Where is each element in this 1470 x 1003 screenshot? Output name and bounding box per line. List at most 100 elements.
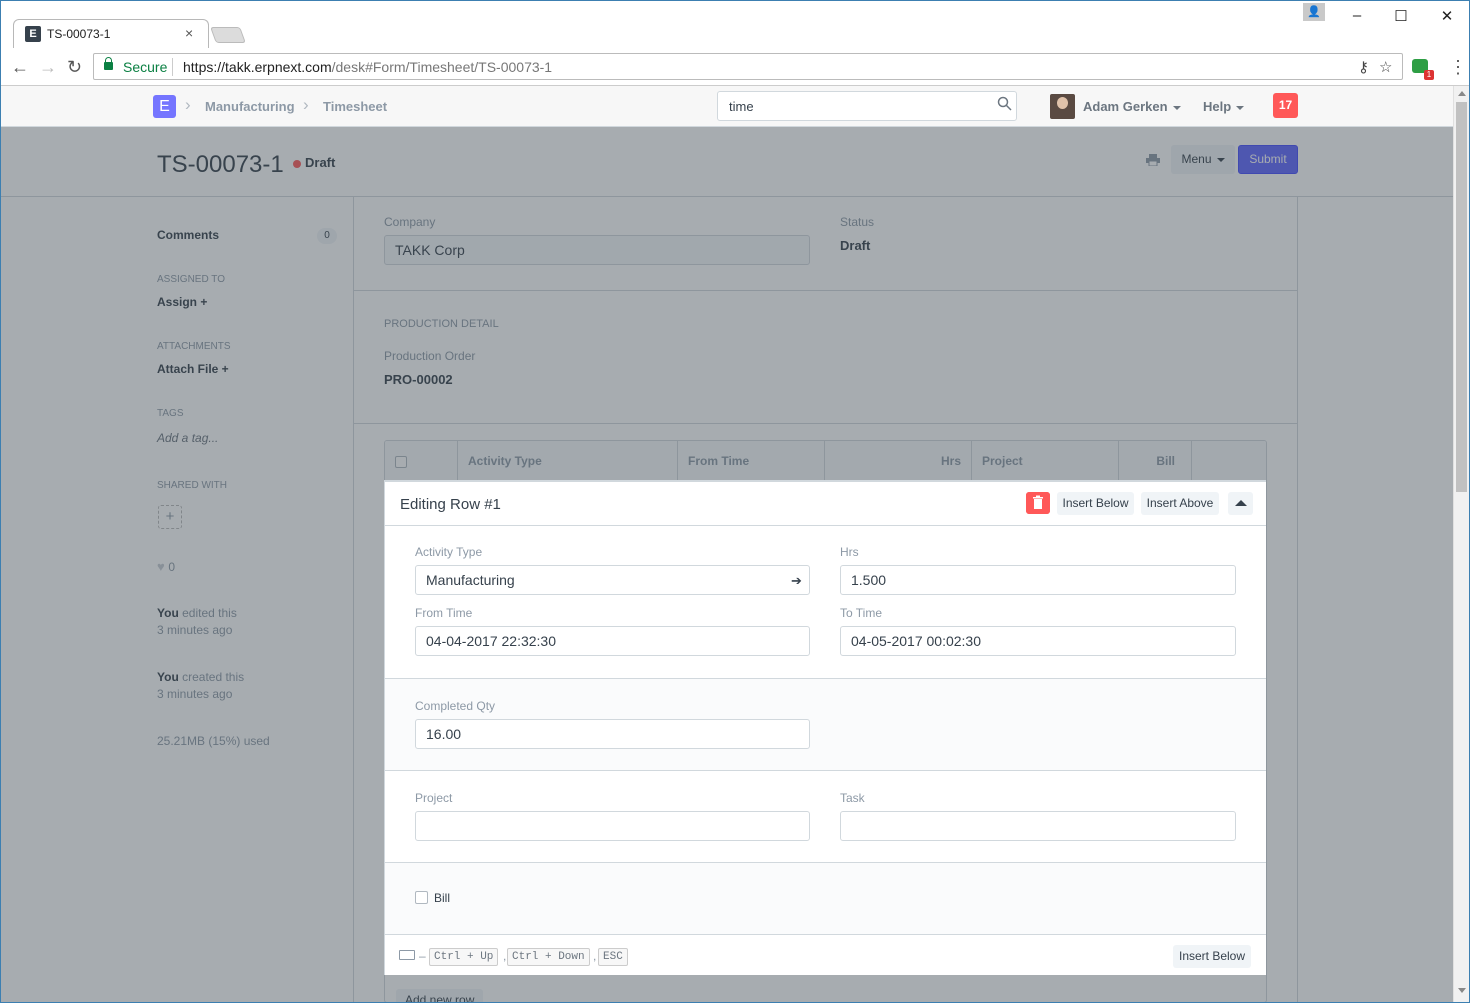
delete-row-icon[interactable]: [1026, 492, 1050, 514]
tab-strip: E TS-00073-1 × 👤 – ☐ ✕: [1, 1, 1469, 49]
browser-menu-icon[interactable]: ⋮: [1449, 57, 1467, 78]
shared-with-label: SHARED WITH: [157, 480, 227, 491]
search-input[interactable]: [717, 91, 1017, 121]
search-icon[interactable]: [997, 96, 1012, 111]
attach-file-button[interactable]: Attach File +: [157, 362, 229, 376]
completed-qty-field[interactable]: [415, 719, 810, 749]
add-tag-link[interactable]: Add a tag...: [157, 430, 218, 447]
submit-button[interactable]: Submit: [1238, 145, 1298, 174]
reload-icon[interactable]: ↻: [67, 57, 82, 78]
tab-close-icon[interactable]: ×: [185, 25, 193, 41]
browser-tab[interactable]: [13, 19, 209, 49]
scroll-down-icon[interactable]: [1458, 988, 1466, 993]
timeline-item: You edited this 3 minutes ago: [157, 605, 237, 639]
like-icon[interactable]: ♥ 0: [157, 559, 175, 574]
breadcrumb-manufacturing[interactable]: Manufacturing: [205, 99, 295, 114]
timeline-item: You created this 3 minutes ago: [157, 669, 244, 703]
like-count: 0: [168, 560, 176, 574]
window-close-icon[interactable]: ✕: [1437, 7, 1457, 25]
assign-button[interactable]: Assign +: [157, 295, 207, 309]
to-time-field[interactable]: [840, 626, 1236, 656]
section-title: PRODUCTION DETAIL: [384, 318, 499, 330]
tab-title: TS-00073-1: [47, 27, 111, 41]
bill-section: [385, 863, 1266, 934]
tags-label: TAGS: [157, 408, 184, 419]
breadcrumb-chevron-icon: ›: [303, 95, 309, 114]
print-icon[interactable]: [1146, 154, 1160, 166]
minimize-icon[interactable]: –: [1347, 7, 1367, 25]
link-arrow-icon[interactable]: ➔: [791, 573, 802, 589]
page-header: TS-00073-1 Draft Menu Submit: [1, 127, 1453, 197]
app-logo[interactable]: E: [153, 95, 176, 118]
shortcut-dash: –: [419, 949, 426, 963]
project-label: Project: [415, 791, 453, 805]
extension-badge: 1: [1424, 70, 1434, 80]
timeline-what: created this: [178, 670, 245, 684]
company-section: Company Status Draft: [354, 197, 1297, 291]
production-order-value[interactable]: PRO-00002: [384, 372, 453, 387]
hrs-field[interactable]: [840, 565, 1236, 595]
comments-count: 0: [317, 228, 337, 244]
storage-usage: 25.21MB (15%) used: [157, 734, 270, 748]
form-body: Company Status Draft PRODUCTION DETAIL P…: [353, 197, 1298, 1002]
select-all-checkbox[interactable]: [395, 456, 407, 468]
url-host: https://takk.erpnext.com: [183, 59, 332, 75]
add-share-button[interactable]: +: [158, 505, 182, 529]
collapse-row-icon[interactable]: [1228, 492, 1253, 515]
url-path: /desk#Form/Timesheet/TS-00073-1: [331, 59, 553, 75]
lock-icon: [104, 57, 113, 70]
timeline-when: 3 minutes ago: [157, 623, 233, 637]
scroll-up-icon[interactable]: [1458, 91, 1466, 96]
bill-label: Bill: [434, 891, 451, 905]
status-label: Status: [840, 215, 875, 229]
activity-type-field[interactable]: [415, 565, 810, 595]
timeline-who: You: [157, 670, 179, 684]
notifications-badge[interactable]: 17: [1273, 93, 1298, 118]
insert-above-button[interactable]: Insert Above: [1141, 492, 1219, 515]
key-icon[interactable]: ⚷: [1358, 58, 1369, 76]
keyboard-icon: [399, 950, 415, 960]
comments-link[interactable]: Comments: [157, 228, 219, 242]
caret-down-icon: [1236, 105, 1245, 110]
bookmark-star-icon[interactable]: ☆: [1379, 58, 1392, 76]
avatar[interactable]: [1050, 94, 1075, 119]
omnibox[interactable]: Secure https://takk.erpnext.com/desk#For…: [93, 53, 1403, 80]
add-new-row-button[interactable]: Add new row: [396, 989, 484, 1002]
back-icon[interactable]: ←: [11, 57, 29, 78]
breadcrumb-chevron-icon: ›: [185, 95, 191, 114]
breadcrumb-timesheet[interactable]: Timesheet: [323, 99, 387, 114]
footer-insert-below-button[interactable]: Insert Below: [1173, 945, 1251, 968]
qty-section: Completed Qty: [385, 679, 1266, 771]
grid-col-from-time: From Time: [678, 441, 825, 481]
assigned-to-label: ASSIGNED TO: [157, 274, 225, 285]
user-menu[interactable]: Adam Gerken: [1083, 99, 1181, 114]
new-tab-button[interactable]: [210, 27, 246, 43]
from-time-field[interactable]: [415, 626, 810, 656]
omnibox-divider: [172, 58, 173, 76]
grid-select-all: [385, 441, 458, 481]
bill-checkbox[interactable]: [415, 891, 428, 904]
shortcut-key: Ctrl + Up: [429, 948, 499, 966]
url-text[interactable]: https://takk.erpnext.com/desk#Form/Times…: [183, 59, 552, 75]
completed-qty-label: Completed Qty: [415, 699, 496, 713]
maximize-icon[interactable]: ☐: [1391, 7, 1411, 25]
profile-icon[interactable]: 👤: [1303, 3, 1325, 21]
menu-label: Menu: [1181, 152, 1212, 166]
menu-button[interactable]: Menu: [1171, 145, 1235, 174]
page-scrollbar[interactable]: [1453, 86, 1469, 1002]
editing-row-header: Editing Row #1 Insert Below Insert Above: [385, 482, 1266, 526]
company-field[interactable]: [384, 235, 810, 265]
from-time-label: From Time: [415, 606, 473, 620]
shortcut-comma: ,: [593, 949, 597, 963]
project-field[interactable]: [415, 811, 810, 841]
production-section: PRODUCTION DETAIL Production Order PRO-0…: [354, 291, 1297, 424]
scrollbar-thumb[interactable]: [1456, 102, 1467, 492]
help-menu[interactable]: Help: [1203, 99, 1245, 114]
forward-icon[interactable]: →: [39, 57, 57, 78]
insert-below-button[interactable]: Insert Below: [1057, 492, 1134, 515]
task-label: Task: [840, 791, 865, 805]
timeline-when: 3 minutes ago: [157, 687, 233, 701]
task-field[interactable]: [840, 811, 1236, 841]
shortcut-comma: ,: [503, 949, 507, 963]
production-order-label: Production Order: [384, 349, 476, 363]
